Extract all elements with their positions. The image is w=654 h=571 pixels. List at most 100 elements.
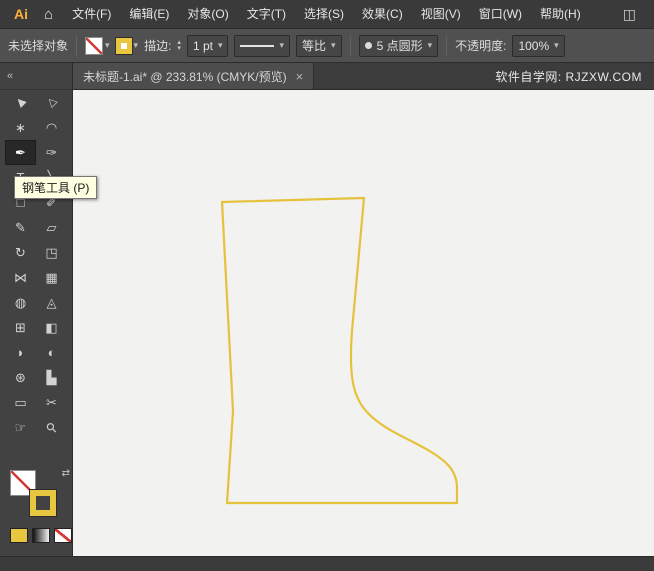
magic-wand-tool-icon: ∗: [15, 119, 26, 135]
free-transform-tool[interactable]: ▦: [36, 265, 67, 290]
stroke-yellow-icon: [114, 36, 133, 55]
color-mode-button[interactable]: [10, 528, 28, 543]
eraser-tool-icon: ▱: [46, 219, 57, 235]
chevron-down-icon: ▾: [279, 40, 285, 50]
menubar-item[interactable]: 选择(S): [295, 0, 353, 28]
separator: [349, 35, 351, 56]
mesh-tool-icon: ⊞: [15, 319, 26, 335]
direct-selection-tool-icon: ▷: [44, 94, 60, 110]
blend-tool[interactable]: ◐: [36, 340, 67, 365]
document-area: 未标题-1.ai* @ 233.81% (CMYK/预览) × 软件自学网: R…: [73, 63, 654, 556]
chevron-down-icon: ▾: [105, 40, 110, 50]
illustrator-window: Ai ⌂ 文件(F) 编辑(E) 对象(O) 文字(T) 选择(S) 效果(C) 视图(V)…: [0, 0, 654, 571]
toolbar-tools: ▶▷∗◠✒✑T╲□✐✎▱↻◳⋈▦◍◬⊞◧◗◐⊛▙▭✂☞⚲: [0, 90, 72, 440]
blend-tool-icon: ◐: [47, 345, 56, 360]
free-transform-tool-icon: ▦: [45, 269, 58, 285]
width-tool[interactable]: ⋈: [5, 265, 36, 290]
symbol-sprayer-tool-icon: ⊛: [15, 369, 26, 385]
fill-stroke-widget: ⇄: [10, 468, 70, 517]
stepper-down-icon: ▾: [177, 44, 181, 52]
eyedropper-tool[interactable]: ◗: [5, 340, 36, 365]
artboard-tool-icon: ▭: [14, 394, 27, 410]
workspace-switcher-icon[interactable]: ◫: [613, 6, 646, 23]
zoom-tool[interactable]: ⚲: [36, 415, 67, 440]
separator: [76, 35, 78, 56]
menubar-item[interactable]: 窗口(W): [470, 0, 531, 28]
column-graph-tool[interactable]: ▙: [36, 365, 67, 390]
menubar-item[interactable]: 帮助(H): [531, 0, 590, 28]
menu-bar: Ai ⌂ 文件(F) 编辑(E) 对象(O) 文字(T) 选择(S) 效果(C) 视图(V)…: [0, 0, 654, 29]
slice-tool-icon: ✂: [46, 394, 57, 410]
stroke-profile-preview-icon: [240, 44, 275, 47]
column-graph-tool-icon: ▙: [46, 369, 57, 385]
pen-tool-icon: ✒: [15, 144, 26, 160]
hand-tool[interactable]: ☞: [5, 415, 36, 440]
lasso-tool-icon: ◠: [45, 119, 58, 135]
scale-tool[interactable]: ◳: [36, 240, 67, 265]
tools-panel: « ▶▷∗◠✒✑T╲□✐✎▱↻◳⋈▦◍◬⊞◧◗◐⊛▙▭✂☞⚲ ⇄: [0, 63, 73, 556]
stroke-proxy-swatch[interactable]: [29, 489, 57, 517]
menubar-item[interactable]: 对象(O): [178, 0, 237, 28]
gradient-tool-icon: ◧: [45, 319, 58, 335]
symbol-sprayer-tool[interactable]: ⊛: [5, 365, 36, 390]
pen-tool-tooltip: 钢笔工具 (P): [14, 176, 98, 199]
eyedropper-tool-icon: ◗: [16, 345, 25, 360]
boot-outline-path[interactable]: [220, 196, 459, 505]
swap-fill-stroke-icon[interactable]: ⇄: [62, 468, 70, 479]
document-tab-bar: 未标题-1.ai* @ 233.81% (CMYK/预览) × 软件自学网: R…: [73, 63, 654, 90]
menubar-item[interactable]: 文件(F): [63, 0, 120, 28]
canvas[interactable]: [73, 90, 654, 556]
none-mode-button[interactable]: [54, 528, 72, 543]
artwork-svg: [220, 196, 459, 505]
pencil-tool[interactable]: ✎: [5, 215, 36, 240]
menubar-item[interactable]: 文字(T): [238, 0, 295, 28]
uniform-profile-value: 等比: [302, 39, 327, 53]
chevron-down-icon: ▾: [427, 40, 433, 50]
rotate-tool[interactable]: ↻: [5, 240, 36, 265]
fill-none-icon: [85, 36, 104, 55]
tooltip-text: 钢笔工具 (P): [22, 181, 90, 195]
chevron-down-icon: ▾: [554, 40, 559, 50]
collapse-chevrons-icon: «: [7, 70, 14, 82]
stroke-profile-select[interactable]: ▾: [234, 34, 291, 57]
lasso-tool[interactable]: ◠: [36, 115, 67, 140]
stroke-width-stepper[interactable]: ▴ ▾: [177, 39, 181, 52]
curvature-tool[interactable]: ✑: [36, 140, 67, 165]
gradient-tool[interactable]: ◧: [36, 315, 67, 340]
perspective-grid-tool[interactable]: ◬: [36, 290, 67, 315]
eraser-tool[interactable]: ▱: [36, 215, 67, 240]
stroke-width-label: 描边:: [144, 39, 172, 53]
opacity-value: 100%: [518, 38, 550, 53]
magic-wand-tool[interactable]: ∗: [5, 115, 36, 140]
selection-tool-icon: ▶: [13, 94, 29, 110]
brush-preview-dot-icon: [364, 42, 372, 49]
fill-color-swatch[interactable]: ▾: [85, 36, 110, 55]
opacity-select[interactable]: 100% ▾: [512, 34, 565, 57]
scale-tool-icon: ◳: [45, 244, 58, 260]
chevron-down-icon: ▾: [217, 40, 223, 50]
stroke-width-select[interactable]: 1 pt ▾: [186, 34, 229, 57]
selection-tool[interactable]: ▶: [5, 90, 36, 115]
shape-builder-tool[interactable]: ◍: [5, 290, 36, 315]
menubar-items: 文件(F) 编辑(E) 对象(O) 文字(T) 选择(S) 效果(C) 视图(V) 窗口(W)…: [63, 0, 590, 28]
mesh-tool[interactable]: ⊞: [5, 315, 36, 340]
menubar-item[interactable]: 视图(V): [412, 0, 470, 28]
menubar-item[interactable]: 编辑(E): [120, 0, 178, 28]
uniform-profile-select[interactable]: 等比 ▾: [296, 34, 342, 57]
direct-selection-tool[interactable]: ▷: [36, 90, 67, 115]
gradient-mode-button[interactable]: [32, 528, 50, 543]
opacity-label: 不透明度:: [455, 39, 507, 53]
close-icon[interactable]: ×: [296, 69, 304, 84]
stroke-color-swatch[interactable]: ▾: [114, 36, 138, 55]
artboard-tool[interactable]: ▭: [5, 390, 36, 415]
separator: [446, 35, 448, 56]
slice-tool[interactable]: ✂: [36, 390, 67, 415]
document-tab[interactable]: 未标题-1.ai* @ 233.81% (CMYK/预览) ×: [73, 63, 315, 89]
brush-definition-select[interactable]: 5 点圆形 ▾: [358, 34, 439, 57]
zoom-tool-icon: ⚲: [42, 418, 60, 436]
collapse-panel-button[interactable]: «: [0, 63, 72, 90]
home-icon[interactable]: ⌂: [36, 6, 61, 23]
menubar-item[interactable]: 效果(C): [353, 0, 412, 28]
pen-tool[interactable]: ✒: [5, 140, 36, 165]
menubar-right: ◫: [613, 6, 646, 23]
